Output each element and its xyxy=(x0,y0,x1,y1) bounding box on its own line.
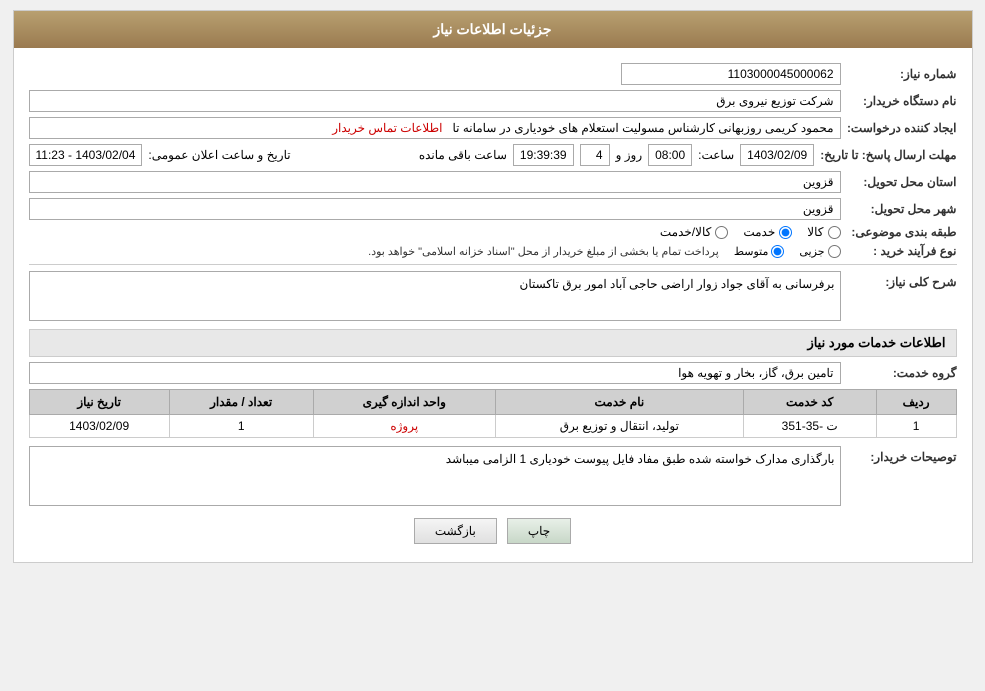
ejad-row: ایجاد کننده درخواست: محمود کریمی روزبهان… xyxy=(29,117,957,139)
shomar-row: شماره نیاز: 1103000045000062 xyxy=(29,63,957,85)
remaining-value: 19:39:39 xyxy=(513,144,574,166)
dastgah-value: شرکت توزیع نیروی برق xyxy=(29,90,841,112)
tabaqe-khadamat-radio[interactable] xyxy=(779,226,792,239)
grouh-value: تامین برق، گاز، بخار و تهویه هوا xyxy=(29,362,841,384)
roz-value: 4 xyxy=(580,144,610,166)
grouh-row: گروه خدمت: تامین برق، گاز، بخار و تهویه … xyxy=(29,362,957,384)
tabaqe-khadamat-item: خدمت xyxy=(743,225,792,239)
dastgah-row: نام دستگاه خریدار: شرکت توزیع نیروی برق xyxy=(29,90,957,112)
purchase-desc: پرداخت تمام یا بخشی از مبلغ خریدار از مح… xyxy=(368,245,719,258)
dastgah-label: نام دستگاه خریدار: xyxy=(847,94,957,108)
col-code: کد خدمت xyxy=(743,390,876,415)
purchase-radio-group: جزیی متوسط پرداخت تمام یا بخشی از مبلغ خ… xyxy=(368,245,840,258)
sharh-textarea[interactable] xyxy=(29,271,841,321)
elan-label: تاریخ و ساعت اعلان عمومی: xyxy=(148,148,290,162)
mohlet-label: مهلت ارسال پاسخ: تا تاریخ: xyxy=(820,148,956,162)
tabaqe-kala-label: کالا xyxy=(807,225,823,239)
divider-1 xyxy=(29,264,957,265)
table-row: 1 ت -35-351 تولید، انتقال و توزیع برق پر… xyxy=(29,415,956,438)
tabaqe-kala-item: کالا xyxy=(807,225,840,239)
services-table: ردیف کد خدمت نام خدمت واحد اندازه گیری ت… xyxy=(29,389,957,438)
tabaqe-row: طبقه بندی موضوعی: کالا خدمت کالا/خدمت xyxy=(29,225,957,239)
purchase-motovaset-label: متوسط xyxy=(734,245,769,258)
col-count: تعداد / مقدار xyxy=(169,390,313,415)
content-area: شماره نیاز: 1103000045000062 نام دستگاه … xyxy=(14,48,972,562)
roz-label: روز و xyxy=(616,148,643,162)
btn-row: چاپ بازگشت xyxy=(29,518,957,544)
mohlet-row: مهلت ارسال پاسخ: تا تاریخ: 1403/02/09 سا… xyxy=(29,144,957,166)
cell-code: ت -35-351 xyxy=(743,415,876,438)
ostan-value: قزوین xyxy=(29,171,841,193)
toseeh-row: توصیحات خریدار: xyxy=(29,446,957,506)
tabaqe-khadamat-label: خدمت xyxy=(743,225,775,239)
toseeh-textarea[interactable] xyxy=(29,446,841,506)
elan-value: 1403/02/04 - 11:23 xyxy=(29,144,143,166)
ostan-label: استان محل تحویل: xyxy=(847,175,957,189)
purchase-label: نوع فرآیند خرید : xyxy=(847,244,957,258)
purchase-jezvi-radio[interactable] xyxy=(828,245,841,258)
tabaqe-kala-khadamat-label: کالا/خدمت xyxy=(660,225,711,239)
ejad-label: ایجاد کننده درخواست: xyxy=(847,121,957,135)
mohlet-time: 08:00 xyxy=(648,144,692,166)
purchase-motovaset-radio[interactable] xyxy=(771,245,784,258)
sharh-label: شرح کلی نیاز: xyxy=(847,271,957,289)
purchase-motovaset-item: متوسط xyxy=(734,245,785,258)
ostan-row: استان محل تحویل: قزوین xyxy=(29,171,957,193)
back-button[interactable]: بازگشت xyxy=(414,518,497,544)
time-label: ساعت: xyxy=(698,148,734,162)
col-name: نام خدمت xyxy=(495,390,743,415)
tabaqe-kala-khadamat-item: کالا/خدمت xyxy=(660,225,728,239)
col-unit: واحد اندازه گیری xyxy=(313,390,495,415)
page-title: جزئیات اطلاعات نیاز xyxy=(433,21,551,37)
purchase-row: نوع فرآیند خرید : جزیی متوسط پرداخت تمام… xyxy=(29,244,957,258)
mohlet-date: 1403/02/09 xyxy=(740,144,814,166)
tabaqe-label: طبقه بندی موضوعی: xyxy=(847,225,957,239)
page-header: جزئیات اطلاعات نیاز xyxy=(14,11,972,48)
cell-date: 1403/02/09 xyxy=(29,415,169,438)
contact-link[interactable]: اطلاعات تماس خریدار xyxy=(332,121,442,135)
toseeh-label: توصیحات خریدار: xyxy=(847,446,957,464)
khadamat-section-title: اطلاعات خدمات مورد نیاز xyxy=(29,329,957,357)
shahr-value: قزوین xyxy=(29,198,841,220)
shomar-value: 1103000045000062 xyxy=(621,63,841,85)
purchase-jezvi-item: جزیی xyxy=(799,245,840,258)
tabaqe-kala-radio[interactable] xyxy=(828,226,841,239)
col-date: تاریخ نیاز xyxy=(29,390,169,415)
shahr-row: شهر محل تحویل: قزوین xyxy=(29,198,957,220)
col-radif: ردیف xyxy=(876,390,956,415)
cell-count: 1 xyxy=(169,415,313,438)
remaining-label: ساعت باقی مانده xyxy=(419,148,507,162)
tabaqe-kala-khadamat-radio[interactable] xyxy=(715,226,728,239)
shomar-label: شماره نیاز: xyxy=(847,67,957,81)
shahr-label: شهر محل تحویل: xyxy=(847,202,957,216)
grouh-label: گروه خدمت: xyxy=(847,366,957,380)
purchase-jezvi-label: جزیی xyxy=(799,245,824,258)
ejad-value: محمود کریمی روزبهانی کارشناس مسولیت استع… xyxy=(29,117,841,139)
tabaqe-radio-group: کالا خدمت کالا/خدمت xyxy=(660,225,841,239)
print-button[interactable]: چاپ xyxy=(507,518,571,544)
table-header-row: ردیف کد خدمت نام خدمت واحد اندازه گیری ت… xyxy=(29,390,956,415)
cell-radif: 1 xyxy=(876,415,956,438)
cell-name: تولید، انتقال و توزیع برق xyxy=(495,415,743,438)
main-container: جزئیات اطلاعات نیاز شماره نیاز: 11030000… xyxy=(13,10,973,563)
cell-unit: پروژه xyxy=(313,415,495,438)
sharh-row: شرح کلی نیاز: xyxy=(29,271,957,321)
